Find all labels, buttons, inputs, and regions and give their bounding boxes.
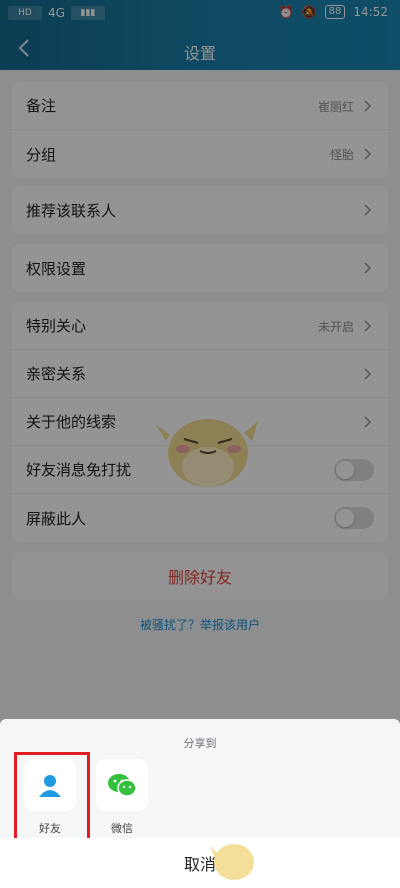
3dmgame-watermark-logo: 3DMGAME xyxy=(210,844,398,880)
share-sheet-title: 分享到 xyxy=(183,737,217,750)
svg-text:3DMGAME: 3DMGAME xyxy=(256,847,398,877)
share-to-wechat-button[interactable] xyxy=(96,759,148,811)
highlight-box xyxy=(14,752,90,842)
wechat-icon xyxy=(108,774,137,797)
share-item-label: 微信 xyxy=(111,822,133,835)
